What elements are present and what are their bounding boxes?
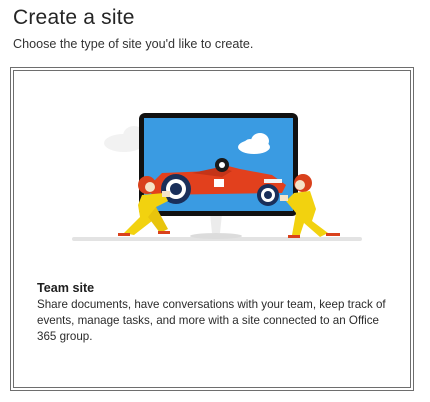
team-site-option-card[interactable]: Team site Share documents, have conversa… (10, 67, 414, 391)
team-site-illustration (72, 113, 362, 241)
create-site-panel: Create a site Choose the type of site yo… (0, 0, 430, 402)
page-subtitle: Choose the type of site you'd like to cr… (13, 37, 254, 51)
option-description: Share documents, have conversations with… (37, 298, 386, 343)
option-title: Team site (37, 281, 95, 295)
page-title: Create a site (13, 6, 135, 29)
monitor-base (190, 233, 242, 239)
monitor-stand (210, 214, 222, 233)
cloud-left-icon (104, 126, 145, 152)
